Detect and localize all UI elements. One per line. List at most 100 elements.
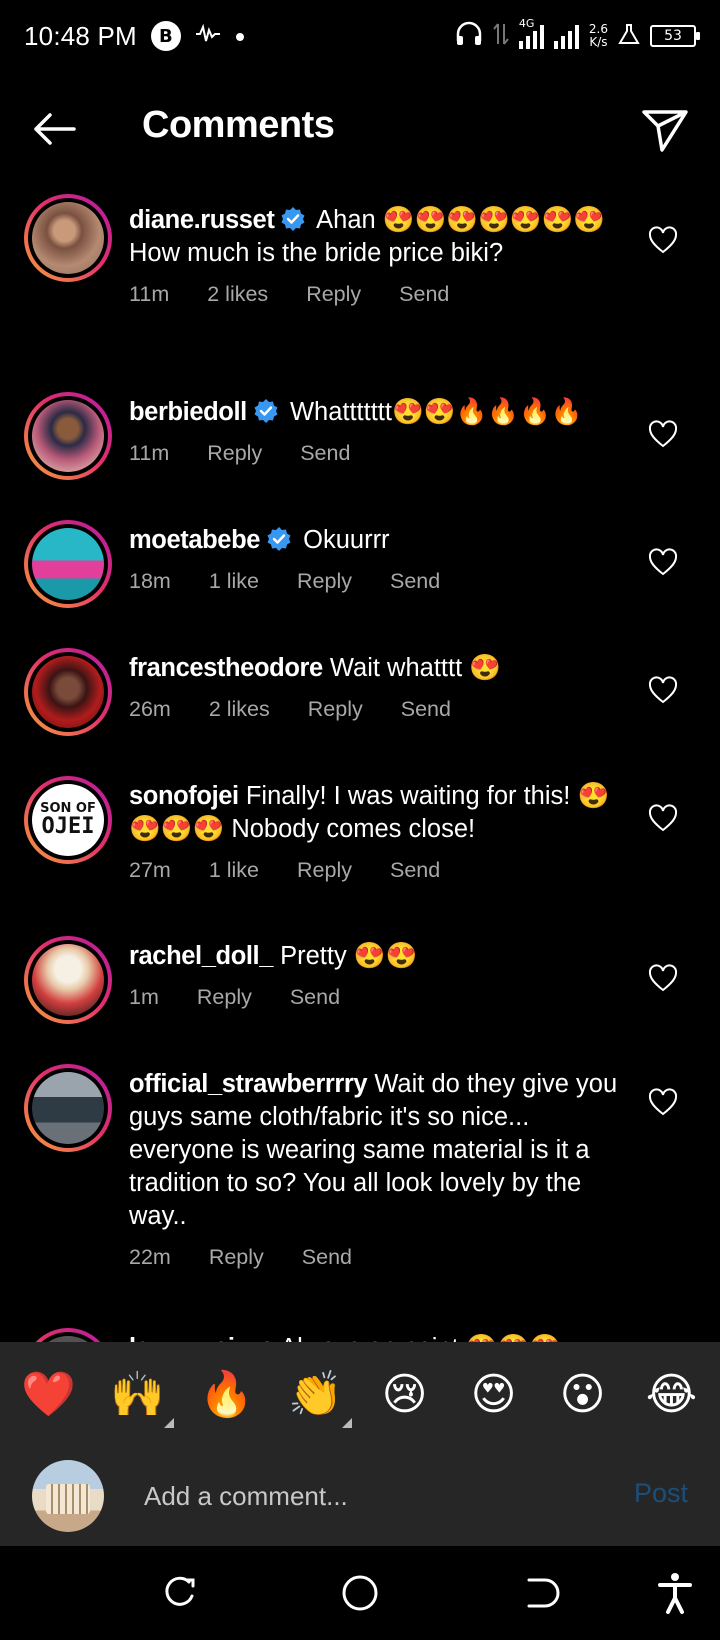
reaction-clap-emoji[interactable]: 👏 bbox=[286, 1368, 352, 1428]
heart-icon[interactable] bbox=[648, 964, 678, 994]
comment-meta: 11m 2 likes Reply Send bbox=[129, 278, 629, 311]
send-button[interactable]: Send bbox=[390, 565, 440, 598]
comment-meta: 22m Reply Send bbox=[129, 1241, 634, 1274]
heart-icon[interactable] bbox=[648, 548, 678, 578]
status-time: 10:48 PM bbox=[24, 20, 137, 51]
comment-text: Okuurrr bbox=[303, 526, 390, 554]
comment-meta: 18m 1 like Reply Send bbox=[129, 565, 629, 598]
avatar[interactable]: SON OF OJEI bbox=[24, 776, 112, 864]
paper-plane-icon bbox=[642, 110, 688, 152]
accessibility-icon[interactable] bbox=[652, 1570, 698, 1616]
status-bar: 10:48 PM B 4G 2.6 K/s 53 bbox=[0, 0, 720, 72]
comment-username[interactable]: moetabebe bbox=[129, 526, 260, 554]
recents-icon[interactable] bbox=[157, 1570, 203, 1616]
comments-list[interactable]: diane.russet Ahan 😍😍😍😍😍😍😍 How much is th… bbox=[0, 190, 720, 1342]
net-speed-unit: K/s bbox=[589, 35, 608, 49]
signal-label: 4G bbox=[518, 17, 535, 30]
comment-likes[interactable]: 2 likes bbox=[207, 278, 268, 311]
comment-time: 18m bbox=[129, 569, 171, 593]
send-button[interactable]: Send bbox=[390, 854, 440, 887]
post-button[interactable]: Post bbox=[634, 1478, 688, 1509]
reply-button[interactable]: Reply bbox=[306, 278, 361, 311]
comment-username[interactable]: official_strawberrrry bbox=[129, 1070, 368, 1098]
heart-icon[interactable] bbox=[648, 804, 678, 834]
arrow-left-icon bbox=[34, 113, 76, 145]
comment-likes[interactable]: 2 likes bbox=[209, 693, 270, 726]
comment-body: francestheodore Wait whatttt 😍 26m 2 lik… bbox=[129, 652, 629, 726]
comment-time: 1m bbox=[129, 985, 159, 1009]
reaction-heart-eyes-emoji[interactable]: 😍 bbox=[464, 1369, 524, 1420]
b-badge-icon: B bbox=[150, 21, 181, 51]
comment-username[interactable]: diane.russet bbox=[129, 206, 275, 234]
reply-button[interactable]: Reply bbox=[197, 981, 252, 1014]
avatar[interactable] bbox=[24, 1328, 112, 1342]
heart-icon[interactable] bbox=[648, 420, 678, 450]
battery-level: 53 bbox=[664, 28, 682, 44]
heart-icon[interactable] bbox=[648, 676, 678, 706]
comment-meta: 1m Reply Send bbox=[129, 981, 629, 1014]
status-right: 4G 2.6 K/s 53 bbox=[455, 17, 700, 52]
send-button[interactable]: Send bbox=[302, 1241, 352, 1274]
verified-badge-icon bbox=[281, 207, 305, 231]
comment-text: Wait whatttt 😍 bbox=[329, 654, 501, 682]
avatar[interactable] bbox=[24, 648, 112, 736]
verified-badge-icon bbox=[254, 399, 278, 423]
back-button[interactable] bbox=[30, 104, 80, 154]
skin-tone-indicator-icon bbox=[163, 1418, 174, 1428]
comment-username[interactable]: sonofojei bbox=[129, 782, 239, 810]
send-button[interactable]: Send bbox=[290, 981, 340, 1014]
header: Comments bbox=[0, 86, 720, 170]
send-button[interactable]: Send bbox=[300, 437, 350, 470]
reaction-clap-glyph: 👏 bbox=[288, 1369, 343, 1420]
comment-username[interactable]: francestheodore bbox=[129, 654, 323, 682]
comment-body: moetabebe Okuurrr 18m 1 like Reply Send bbox=[129, 524, 629, 598]
reaction-fire-emoji[interactable]: 🔥 bbox=[197, 1368, 257, 1420]
battery-icon: 53 bbox=[650, 25, 700, 47]
comment-meta: 26m 2 likes Reply Send bbox=[129, 693, 629, 726]
share-button[interactable] bbox=[640, 104, 692, 156]
comment-likes[interactable]: 1 like bbox=[209, 854, 259, 887]
skin-tone-indicator-icon bbox=[341, 1418, 352, 1428]
comment-likes[interactable]: 1 like bbox=[209, 565, 259, 598]
reaction-laughing-emoji[interactable]: 😂 bbox=[642, 1369, 702, 1420]
reply-button[interactable]: Reply bbox=[297, 854, 352, 887]
status-left: 10:48 PM B bbox=[24, 21, 245, 52]
avatar[interactable] bbox=[24, 520, 112, 608]
heart-icon[interactable] bbox=[648, 226, 678, 256]
reaction-bar: ❤️ 🙌 🔥 👏 😢 😍 😮 😂 bbox=[0, 1342, 720, 1446]
avatar-text-bottom: OJEI bbox=[41, 814, 95, 839]
send-button[interactable]: Send bbox=[401, 693, 451, 726]
send-button[interactable]: Send bbox=[399, 278, 449, 311]
data-transfer-icon bbox=[493, 22, 509, 51]
avatar[interactable] bbox=[24, 1064, 112, 1152]
comment-input-bar: Post bbox=[0, 1446, 720, 1546]
reply-button[interactable]: Reply bbox=[297, 565, 352, 598]
comment-body: rachel_doll_ Pretty 😍😍 1m Reply Send bbox=[129, 940, 629, 1014]
my-avatar bbox=[32, 1460, 104, 1532]
comment-username[interactable]: lazzzy_sizzo bbox=[129, 1334, 275, 1342]
comment-body: berbiedoll Whattttttt😍😍🔥🔥🔥🔥 11m Reply Se… bbox=[129, 396, 649, 470]
comment-meta: 27m 1 like Reply Send bbox=[129, 854, 629, 887]
reaction-heart-emoji[interactable]: ❤️ bbox=[19, 1368, 79, 1420]
warning-flask-icon bbox=[618, 23, 640, 50]
comment-username[interactable]: berbiedoll bbox=[129, 398, 247, 426]
heart-icon[interactable] bbox=[648, 1088, 678, 1118]
reply-button[interactable]: Reply bbox=[308, 693, 363, 726]
reply-button[interactable]: Reply bbox=[207, 437, 262, 470]
back-icon[interactable] bbox=[517, 1570, 563, 1616]
avatar[interactable] bbox=[24, 936, 112, 1024]
verified-badge-icon bbox=[267, 527, 291, 551]
reaction-raised-hands-emoji[interactable]: 🙌 bbox=[108, 1368, 174, 1428]
reply-button[interactable]: Reply bbox=[209, 1241, 264, 1274]
reaction-crying-emoji[interactable]: 😢 bbox=[375, 1369, 435, 1420]
reaction-surprised-emoji[interactable]: 😮 bbox=[553, 1369, 613, 1420]
avatar[interactable] bbox=[24, 392, 112, 480]
comment-body: official_strawberrrry Wait do they give … bbox=[129, 1068, 634, 1274]
avatar[interactable] bbox=[24, 194, 112, 282]
comment-text: Pretty 😍😍 bbox=[280, 942, 418, 970]
page-title: Comments bbox=[142, 104, 335, 146]
home-icon[interactable] bbox=[337, 1570, 383, 1616]
comment-input[interactable] bbox=[144, 1474, 574, 1518]
reaction-raised-hands-glyph: 🙌 bbox=[110, 1369, 165, 1420]
comment-username[interactable]: rachel_doll_ bbox=[129, 942, 273, 970]
